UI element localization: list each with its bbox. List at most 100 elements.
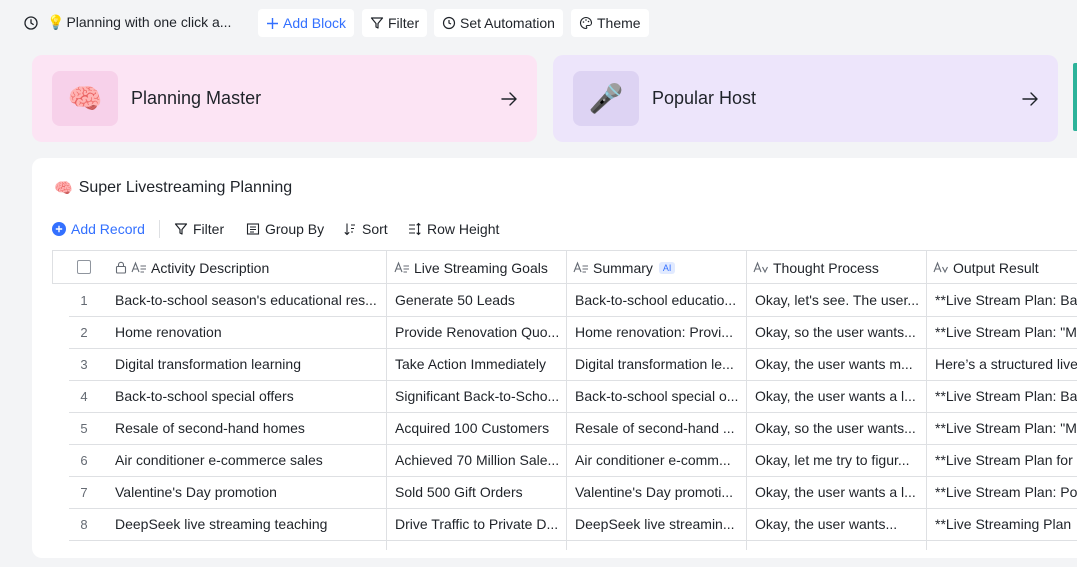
column-header-goals[interactable]: Live Streaming Goals <box>394 251 564 284</box>
cell-thought-process[interactable]: Okay, so the user wants... <box>755 413 921 444</box>
table-row[interactable]: 8 DeepSeek live streaming teaching Drive… <box>69 509 1077 541</box>
plus-circle-icon <box>52 222 66 236</box>
table-title: 🧠 Super Livestreaming Planning <box>54 179 292 197</box>
cell-output-result[interactable]: **Live Stream Plan: Ba <box>935 285 1077 316</box>
cell-live-streaming-goals[interactable]: Drive Traffic to Private D... <box>395 509 561 540</box>
cell-thought-process[interactable]: Okay, the user wants a l... <box>755 381 921 412</box>
column-header-label: Output Result <box>953 259 1039 276</box>
cell-output-result[interactable]: **Live Stream Plan: "M <box>935 317 1077 348</box>
cell-activity-description[interactable]: Digital transformation learning <box>115 349 379 380</box>
cell-output-result[interactable]: **Live Stream Plan: Po <box>935 477 1077 508</box>
cell-activity-description[interactable]: Resale of second-hand homes <box>115 413 379 444</box>
column-header-activity[interactable]: Activity Description <box>115 251 385 284</box>
group-by-label: Group By <box>265 221 325 237</box>
filter-button[interactable]: Filter <box>174 218 224 240</box>
table-row[interactable]: 3 Digital transformation learning Take A… <box>69 349 1077 381</box>
filter-icon <box>174 222 188 236</box>
table-row[interactable]: 2 Home renovation Provide Renovation Quo… <box>69 317 1077 349</box>
cell-activity-description[interactable]: Air conditioner e-commerce sales <box>115 445 379 476</box>
group-by-button[interactable]: Group By <box>246 218 324 240</box>
top-filter-button[interactable]: Filter <box>362 9 428 37</box>
add-block-button[interactable]: Add Block <box>258 9 355 37</box>
theme-label: Theme <box>597 15 641 31</box>
cell-thought-process[interactable]: Okay, so the user wants... <box>755 317 921 348</box>
select-all-checkbox[interactable] <box>77 260 91 274</box>
cell-output-result[interactable]: **Live Stream Plan for <box>935 445 1077 476</box>
column-header-output[interactable]: Output Result <box>933 251 1077 284</box>
arrow-right-icon <box>1022 91 1038 106</box>
cell-summary[interactable]: Air conditioner e-comm... <box>575 445 741 476</box>
theme-button[interactable]: Theme <box>571 9 649 37</box>
top-toolbar: 💡 Planning with one click a... Add Block … <box>0 0 1077 46</box>
table-header: Activity Description Live Streaming Goal… <box>52 250 1077 284</box>
cell-summary[interactable]: Home renovation: Provi... <box>575 317 741 348</box>
table-row[interactable]: 6 Air conditioner e-commerce sales Achie… <box>69 445 1077 477</box>
table-row[interactable]: 1 Back-to-school season's educational re… <box>69 285 1077 317</box>
cell-thought-process[interactable]: Okay, the user wants... <box>755 509 921 540</box>
column-header-summary[interactable]: Summary AI <box>573 251 743 284</box>
cell-thought-process[interactable]: Okay, let's see. The user... <box>755 285 921 316</box>
cell-output-result[interactable]: **Live Stream Plan: "M <box>935 413 1077 444</box>
filter-icon <box>370 16 384 30</box>
cell-live-streaming-goals[interactable]: Achieved 70 Million Sale... <box>395 445 561 476</box>
planning-master-card[interactable]: 🧠 Planning Master <box>32 55 537 142</box>
add-record-button[interactable]: Add Record <box>52 218 145 240</box>
cell-summary[interactable]: Digital transformation le... <box>575 349 741 380</box>
cell-thought-process[interactable]: Okay, let me try to figur... <box>755 445 921 476</box>
cell-summary[interactable]: Valentine's Day promoti... <box>575 477 741 508</box>
planning-master-label: Planning Master <box>131 88 262 108</box>
arrow-right-icon <box>501 91 517 106</box>
row-number: 8 <box>80 517 88 532</box>
plan-title-text: Planning with one click a... <box>66 14 232 30</box>
brain-icon: 🧠 <box>52 71 118 126</box>
table-row[interactable]: 5 Resale of second-hand homes Acquired 1… <box>69 413 1077 445</box>
table-row[interactable]: 7 Valentine's Day promotion Sold 500 Gif… <box>69 477 1077 509</box>
cell-activity-description[interactable]: Home renovation <box>115 317 379 348</box>
cell-activity-description[interactable]: Back-to-school special offers <box>115 381 379 412</box>
cell-output-result[interactable]: **Live Stream Plan: Ba <box>935 381 1077 412</box>
ai-badge: AI <box>658 261 676 274</box>
set-automation-button[interactable]: Set Automation <box>434 9 563 37</box>
cell-summary[interactable]: DeepSeek live streamin... <box>575 509 741 540</box>
cell-live-streaming-goals[interactable]: Sold 500 Gift Orders <box>395 477 561 508</box>
column-header-thought[interactable]: Thought Process <box>753 251 923 284</box>
lock-icon <box>115 261 127 274</box>
cell-live-streaming-goals[interactable]: Acquired 100 Customers <box>395 413 561 444</box>
cell-activity-description[interactable]: Valentine's Day promotion <box>115 477 379 508</box>
brain-icon: 🧠 <box>54 180 73 197</box>
add-block-label: Add Block <box>283 15 347 31</box>
cell-summary[interactable]: Resale of second-hand ... <box>575 413 741 444</box>
plan-title[interactable]: 💡 Planning with one click a... <box>47 14 231 31</box>
cell-activity-description[interactable]: Back-to-school season's educational res.… <box>115 285 379 316</box>
cell-output-result[interactable]: **Live Streaming Plan <box>935 509 1077 540</box>
bulb-icon: 💡 <box>47 14 65 30</box>
cell-live-streaming-goals[interactable]: Provide Renovation Quo... <box>395 317 561 348</box>
history-icon[interactable] <box>23 15 39 31</box>
cell-thought-process[interactable]: Okay, the user wants m... <box>755 349 921 380</box>
row-number: 6 <box>80 453 88 468</box>
column-header-label: Thought Process <box>773 259 879 276</box>
cell-activity-description[interactable]: DeepSeek live streaming teaching <box>115 509 379 540</box>
column-header-label: Activity Description <box>151 259 270 276</box>
row-number: 1 <box>80 293 88 308</box>
cell-live-streaming-goals[interactable]: Generate 50 Leads <box>395 285 561 316</box>
cell-summary[interactable]: Back-to-school educatio... <box>575 285 741 316</box>
table-row[interactable]: 4 Back-to-school special offers Signific… <box>69 381 1077 413</box>
ai-text-field-icon <box>933 261 949 274</box>
cell-output-result[interactable]: Here’s a structured live <box>935 349 1077 380</box>
set-automation-label: Set Automation <box>460 15 555 31</box>
cell-live-streaming-goals[interactable]: Take Action Immediately <box>395 349 561 380</box>
ai-text-field-icon <box>753 261 769 274</box>
cell-live-streaming-goals[interactable]: Significant Back-to-Scho... <box>395 381 561 412</box>
toolbar-divider <box>159 220 160 238</box>
cell-thought-process[interactable]: Okay, the user wants a l... <box>755 477 921 508</box>
sort-button[interactable]: Sort <box>343 218 388 240</box>
popular-host-card[interactable]: 🎤 Popular Host <box>553 55 1058 142</box>
cell-summary[interactable]: Back-to-school special o... <box>575 381 741 412</box>
top-filter-label: Filter <box>388 15 420 31</box>
next-card-edge[interactable] <box>1073 63 1077 131</box>
column-header-label: Summary <box>593 259 653 276</box>
text-field-icon <box>573 261 589 274</box>
filter-label: Filter <box>193 221 225 237</box>
row-height-button[interactable]: Row Height <box>408 218 499 240</box>
